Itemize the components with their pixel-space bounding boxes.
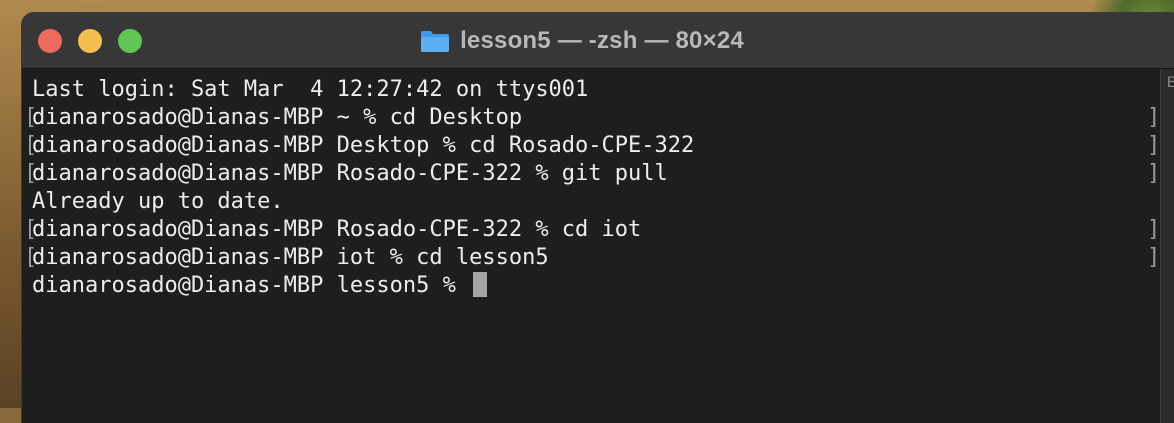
line-bracket-right: ] [1147,245,1161,270]
terminal-window[interactable]: lesson5 — -zsh — 80×24 Last login: Sat M… [22,13,1174,423]
terminal-line: dianarosado@Dianas-MBP Rosado-CPE-322 % … [32,161,668,186]
terminal-line: dianarosado@Dianas-MBP ~ % cd Desktop [32,105,523,130]
terminal-line: dianarosado@Dianas-MBP Desktop % cd Rosa… [32,133,695,158]
line-bracket-right: ] [1147,133,1161,158]
prompt-line[interactable]: dianarosado@Dianas-MBP lesson5 % [32,272,488,300]
terminal-line: Last login: Sat Mar 4 12:27:42 on ttys00… [32,77,589,102]
line-bracket-right: ] [1147,161,1161,186]
terminal-line: dianarosado@Dianas-MBP iot % cd lesson5 [32,245,549,270]
window-title-wrap: lesson5 — -zsh — 80×24 [22,13,1174,68]
window-title: lesson5 — -zsh — 80×24 [460,26,744,54]
terminal-line: dianarosado@Dianas-MBP Rosado-CPE-322 % … [32,217,642,242]
scrollbar[interactable]: E [1160,69,1174,423]
folder-icon [421,30,450,52]
terminal-output[interactable]: Last login: Sat Mar 4 12:27:42 on ttys00… [22,69,1160,423]
text-cursor [473,272,488,297]
terminal-line: Already up to date. [32,189,284,214]
line-bracket-right: ] [1147,105,1161,130]
scroll-marker: E [1166,75,1174,91]
line-bracket-right: ] [1147,217,1161,242]
prompt-text: dianarosado@Dianas-MBP lesson5 % [32,273,470,298]
title-bar[interactable]: lesson5 — -zsh — 80×24 [22,13,1174,69]
